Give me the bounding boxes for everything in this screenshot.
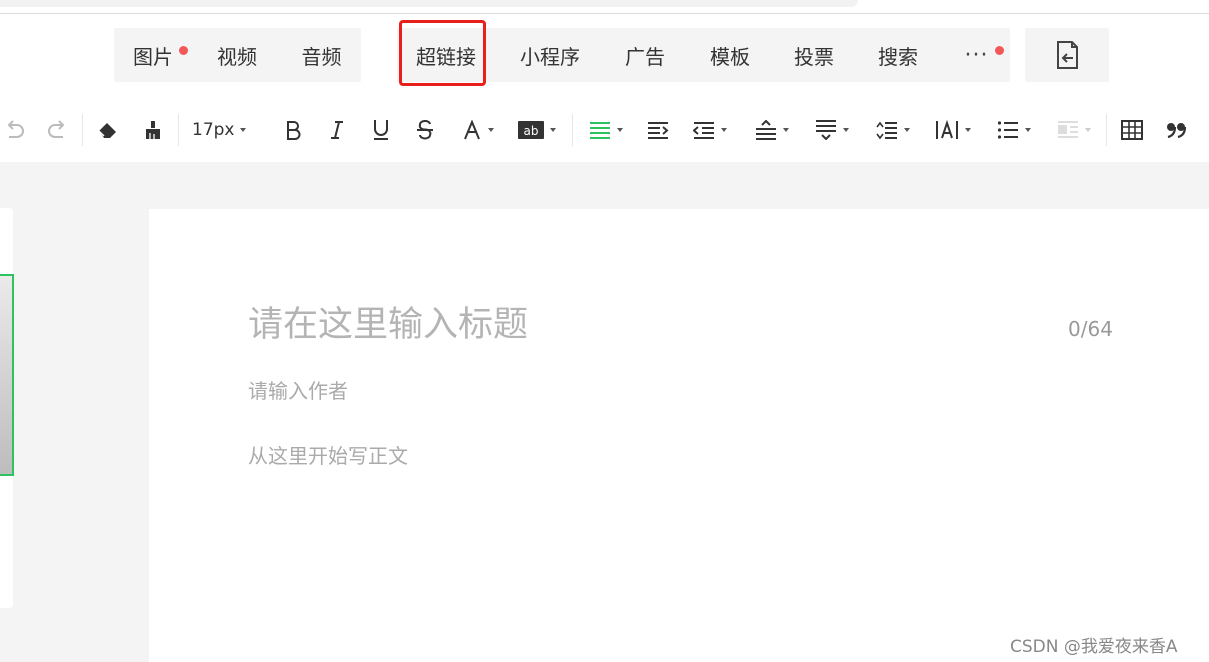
author-input[interactable]: [248, 379, 748, 403]
chevron-down-icon: [843, 128, 849, 132]
blockquote-button[interactable]: [1164, 115, 1190, 145]
insert-search-label: 搜索: [878, 44, 918, 69]
image-float-icon: [1058, 121, 1078, 138]
font-color-icon: [464, 120, 480, 140]
insert-image-button[interactable]: 图片: [114, 28, 192, 82]
insert-video-button[interactable]: 视频: [192, 28, 282, 82]
chevron-down-icon: [617, 128, 623, 132]
bold-button[interactable]: [280, 115, 306, 145]
indent-icon: [648, 122, 669, 139]
spacing-before-button[interactable]: [751, 115, 793, 145]
insert-vote-button[interactable]: 投票: [775, 28, 853, 82]
chevron-down-icon: [965, 128, 971, 132]
align-justify-icon: [590, 122, 610, 139]
insert-video-label: 视频: [217, 44, 257, 69]
title-char-counter: 0/64: [1068, 317, 1113, 341]
font-size-value: 17px: [192, 120, 235, 140]
table-icon: [1121, 120, 1143, 140]
chevron-down-icon: [488, 128, 494, 132]
strikethrough-icon: [417, 120, 433, 140]
insert-audio-button[interactable]: 音频: [282, 28, 361, 82]
blockquote-icon: [1167, 123, 1187, 139]
insert-group-content: 超链接 小程序 广告 模板 投票 搜索 ···: [397, 28, 1010, 82]
chevron-down-icon: [550, 128, 556, 132]
bold-icon: [287, 121, 301, 140]
insert-miniprogram-label: 小程序: [520, 44, 580, 69]
insert-hyperlink-button[interactable]: 超链接: [397, 28, 495, 82]
toolbar-separator: [572, 114, 573, 146]
letter-spacing-button[interactable]: [931, 115, 975, 145]
insert-toolbar: 图片 视频 音频 超链接 小程序 广告 模板 投票 搜索 ···: [0, 14, 1209, 98]
toolbar-separator: [82, 114, 83, 146]
chevron-down-icon: [240, 128, 247, 132]
title-input[interactable]: [248, 305, 1048, 345]
collapse-panel-button[interactable]: [1025, 28, 1109, 82]
format-toolbar: 17px ab: [0, 98, 1209, 162]
font-size-select[interactable]: 17px: [192, 115, 266, 145]
undo-icon: [7, 120, 24, 138]
format-painter-button[interactable]: [139, 115, 167, 145]
insert-group-media: 图片 视频 音频: [114, 28, 361, 82]
format-brush-icon: [146, 121, 160, 139]
insert-search-button[interactable]: 搜索: [853, 28, 943, 82]
line-height-button[interactable]: [872, 115, 914, 145]
background-color-button[interactable]: ab: [516, 115, 558, 145]
insert-vote-label: 投票: [794, 44, 834, 69]
bulleted-list-icon: [997, 121, 1018, 139]
redo-button[interactable]: [44, 115, 70, 145]
svg-text:ab: ab: [524, 124, 539, 138]
insert-table-button[interactable]: [1119, 115, 1145, 145]
italic-button[interactable]: [324, 115, 350, 145]
paragraph-spacing-after-icon: [816, 120, 836, 140]
background-color-icon: ab: [518, 121, 544, 139]
outdent-icon: [693, 122, 714, 139]
new-badge: [179, 46, 188, 55]
watermark-text: CSDN @我爱夜来香A: [1010, 637, 1178, 657]
insert-hyperlink-label: 超链接: [416, 44, 476, 69]
toolbar-separator: [1106, 114, 1107, 146]
article-thumbnail-selected[interactable]: [0, 274, 14, 476]
new-badge: [995, 46, 1004, 55]
insert-template-button[interactable]: 模板: [685, 28, 775, 82]
image-float-button: [1053, 115, 1095, 145]
chevron-down-icon: [721, 128, 727, 132]
undo-button[interactable]: [2, 115, 28, 145]
more-button[interactable]: ···: [943, 28, 1010, 82]
collapse-panel-icon: [1057, 41, 1078, 69]
chevron-down-icon: [904, 128, 910, 132]
insert-audio-label: 音频: [301, 44, 342, 69]
indent-button[interactable]: [645, 115, 671, 145]
editor-page: [149, 209, 1209, 662]
letter-spacing-icon: [936, 120, 958, 139]
italic-icon: [331, 121, 343, 139]
insert-ad-button[interactable]: 广告: [605, 28, 685, 82]
eraser-icon: [98, 123, 116, 138]
chevron-down-icon: [1085, 128, 1091, 132]
chevron-down-icon: [783, 128, 789, 132]
spacing-after-button[interactable]: [811, 115, 853, 145]
outdent-button[interactable]: [689, 115, 731, 145]
chevron-down-icon: [1025, 128, 1031, 132]
list-button[interactable]: [993, 115, 1035, 145]
underline-button[interactable]: [368, 115, 394, 145]
insert-image-label: 图片: [133, 44, 173, 69]
insert-template-label: 模板: [710, 44, 750, 69]
underline-icon: [374, 120, 388, 140]
clear-format-button[interactable]: [94, 115, 122, 145]
body-editor[interactable]: 从这里开始写正文: [248, 440, 408, 469]
align-button[interactable]: [585, 115, 627, 145]
toolbar-separator: [178, 114, 179, 146]
browser-top-strip: [0, 0, 1209, 14]
insert-ad-label: 广告: [625, 44, 665, 69]
browser-tab-edge: [0, 0, 858, 7]
more-icon: ···: [964, 42, 989, 68]
strikethrough-button[interactable]: [412, 115, 438, 145]
paragraph-spacing-before-icon: [756, 120, 776, 140]
redo-icon: [48, 120, 65, 138]
insert-miniprogram-button[interactable]: 小程序: [495, 28, 605, 82]
line-height-icon: [876, 121, 897, 140]
font-color-button[interactable]: [457, 115, 499, 145]
